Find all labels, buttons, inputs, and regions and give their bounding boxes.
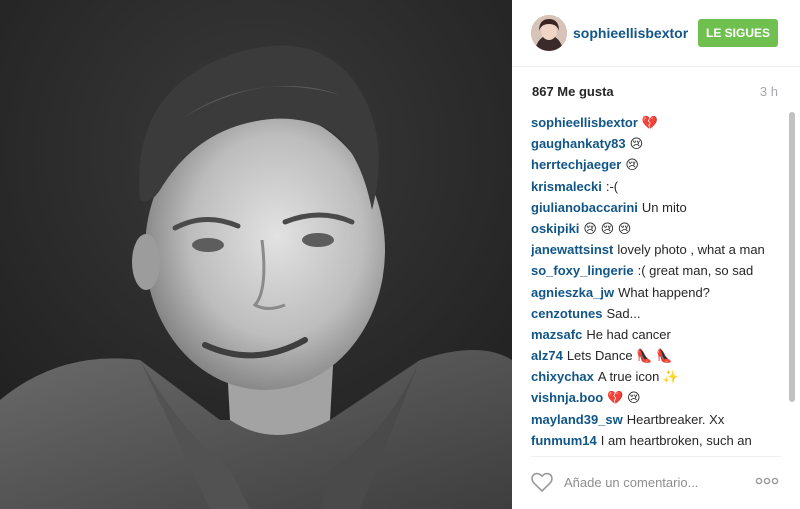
comment-text: 💔 (641, 115, 659, 130)
likes-count[interactable]: 867 Me gusta (532, 84, 614, 99)
comment-username[interactable]: agnieszka_jw (531, 285, 614, 300)
comment-row: krismalecki:-( (531, 176, 787, 197)
comment-text: What happend? (618, 284, 710, 300)
comment-username[interactable]: mazsafc (531, 327, 582, 342)
post-username[interactable]: sophieellisbextor (573, 25, 688, 41)
comment-text: 😢 (629, 136, 644, 152)
comment-text: A true icon ✨ (597, 369, 680, 385)
comment-row: cenzotunes Sad... (531, 303, 787, 324)
post-details-panel: sophieellisbextor LE SIGUES 867 Me gusta… (512, 0, 800, 509)
following-button[interactable]: LE SIGUES (698, 19, 778, 47)
comment-username[interactable]: giulianobaccarini (531, 200, 638, 215)
comment-text: :-( (605, 178, 619, 194)
comment-username[interactable]: krismalecki (531, 179, 602, 194)
post-header: sophieellisbextor LE SIGUES (512, 0, 800, 67)
comment-text: 😢 😢 😢 (583, 220, 632, 236)
avatar[interactable] (531, 15, 567, 51)
comment-text: He had cancer (586, 326, 671, 342)
comment-row: mazsafc He had cancer (531, 324, 787, 345)
comment-text: 💔 😢 (607, 390, 641, 406)
comment-username[interactable]: oskipiki (531, 221, 579, 236)
comment-text: Heartbreaker. Xx (626, 411, 725, 427)
comment-row: sophieellisbextor 💔 (531, 112, 787, 133)
comment-username[interactable]: chixychax (531, 369, 594, 384)
comments-scrollbar[interactable] (789, 112, 795, 402)
comment-text: 😢 (625, 157, 639, 173)
comment-row: oskipiki 😢 😢 😢 (531, 218, 787, 239)
comment-row: gaughankaty83 😢 (531, 133, 787, 154)
comment-row: mayland39_sw Heartbreaker. Xx (531, 409, 787, 430)
heart-outline-icon[interactable] (530, 470, 554, 494)
comment-text: Un mito (641, 199, 687, 215)
post-timestamp[interactable]: 3 h (760, 84, 778, 99)
comment-username[interactable]: janewattsinst (531, 242, 613, 257)
divider (531, 456, 781, 457)
post-footer (512, 458, 800, 509)
comment-username[interactable]: vishnja.boo (531, 390, 603, 405)
comment-username[interactable]: alz74 (531, 348, 563, 363)
comment-row: funmum14 I am heartbroken, such an (531, 430, 787, 451)
comment-text: I am heartbroken, such an (600, 432, 752, 448)
comment-username[interactable]: mayland39_sw (531, 412, 623, 427)
comment-input[interactable] (564, 472, 744, 492)
comment-username[interactable]: funmum14 (531, 433, 597, 448)
comment-row: so_foxy_lingerie:( great man, so sad (531, 260, 787, 281)
comment-row: giulianobaccarini Un mito (531, 197, 787, 218)
comment-row: herrtechjaeger 😢 (531, 154, 787, 175)
comments-list[interactable]: sophieellisbextor 💔 gaughankaty83 😢 herrtech… (531, 112, 787, 454)
avatar-image (531, 15, 567, 51)
comment-row: janewattsinst lovely photo , what a man (531, 239, 787, 260)
comment-text: lovely photo , what a man (617, 242, 765, 258)
comment-username[interactable]: gaughankaty83 (531, 136, 626, 151)
comment-text: :( great man, so sad (637, 263, 754, 279)
comment-row: alz74 Lets Dance 👠 👠 (531, 345, 787, 366)
more-options-icon[interactable] (754, 474, 780, 488)
portrait-photo (0, 0, 512, 509)
comment-username[interactable]: cenzotunes (531, 306, 603, 321)
post-photo[interactable] (0, 0, 512, 509)
comment-row: agnieszka_jw What happend? (531, 282, 787, 303)
comment-username[interactable]: herrtechjaeger (531, 157, 621, 172)
comment-username[interactable]: sophieellisbextor (531, 115, 638, 130)
comment-text: Sad... (606, 305, 641, 321)
comment-row: chixychax A true icon ✨ (531, 366, 787, 387)
post-stats: 867 Me gusta 3 h (532, 84, 778, 102)
comment-text: Lets Dance 👠 👠 (566, 348, 673, 364)
comment-username[interactable]: so_foxy_lingerie (531, 263, 634, 278)
comment-row: vishnja.boo 💔 😢 (531, 387, 787, 408)
